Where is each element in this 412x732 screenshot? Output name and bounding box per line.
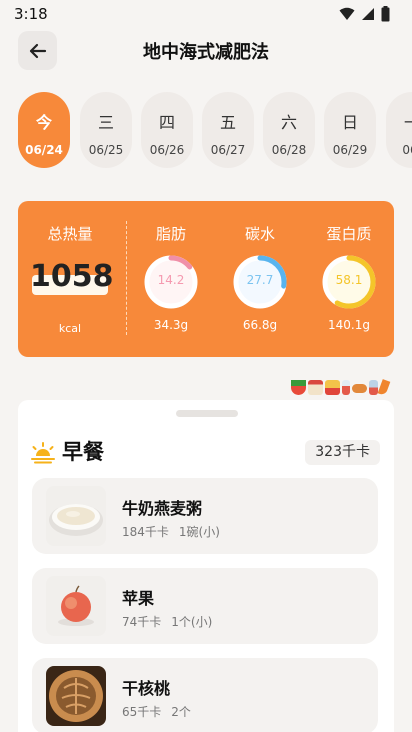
nutrient-label: 蛋白质 xyxy=(326,225,372,243)
drink-icon xyxy=(342,380,350,395)
header: 地中海式减肥法 xyxy=(0,28,412,74)
day-tab-weekday: 三 xyxy=(97,113,114,132)
day-tab[interactable]: 三 06/25 xyxy=(80,92,132,168)
day-tab-weekday: 五 xyxy=(219,113,236,132)
status-time: 3:18 xyxy=(14,5,48,23)
hotdog-icon xyxy=(352,384,367,393)
fat-progress-ring: 14.2 xyxy=(143,254,199,310)
food-meta: 74千卡 1个(小) xyxy=(122,613,212,630)
cake-icon xyxy=(308,380,323,395)
day-tab[interactable]: 一 06/ xyxy=(386,92,412,168)
food-quantity: 2个 xyxy=(171,705,191,719)
day-tab-date: 06/29 xyxy=(332,143,368,157)
carrot-icon xyxy=(377,379,391,396)
page-title: 地中海式减肥法 xyxy=(143,42,269,63)
meal-title: 早餐 xyxy=(62,440,104,464)
day-tab-date: 06/28 xyxy=(271,143,307,157)
wifi-icon xyxy=(339,7,355,20)
food-item[interactable]: 苹果 74千卡 1个(小) xyxy=(32,568,378,644)
day-tab-date: 06/ xyxy=(402,143,412,157)
status-icons xyxy=(339,6,390,22)
food-name: 干核桃 xyxy=(122,679,171,698)
food-calories: 184千卡 xyxy=(122,525,169,539)
food-calories: 65千卡 xyxy=(122,705,162,719)
walnut-image xyxy=(46,666,106,726)
day-tab-weekday: 六 xyxy=(280,113,297,132)
sun-icon xyxy=(30,442,56,464)
day-tab-weekday: 今 xyxy=(35,113,52,132)
nutrient-grams: 140.1g xyxy=(328,318,370,332)
total-calories-label: 总热量 xyxy=(47,225,93,243)
day-tab[interactable]: 六 06/28 xyxy=(263,92,315,168)
meal-sheet: 早餐 323千卡 牛奶燕麦粥 184千卡 1碗(小) 苹果 74千卡 1个(小)… xyxy=(18,400,394,732)
watermelon-icon xyxy=(291,380,306,395)
day-tab-weekday: 日 xyxy=(341,113,358,132)
food-quantity: 1个(小) xyxy=(171,615,213,629)
apple-image xyxy=(46,576,106,636)
nutrient-label: 脂肪 xyxy=(155,225,186,243)
food-name: 苹果 xyxy=(122,589,155,608)
nutrient-grams: 34.3g xyxy=(153,318,189,332)
status-bar: 3:18 xyxy=(0,0,412,28)
nutrient-protein: 蛋白质 58.1 140.1g xyxy=(314,223,384,332)
protein-progress-ring: 58.1 xyxy=(321,254,377,310)
oat-porridge-image xyxy=(46,486,106,546)
day-tab-date: 06/27 xyxy=(210,143,246,157)
nutrient-percent: 27.7 xyxy=(246,273,274,287)
day-tab-date: 06/24 xyxy=(25,143,63,157)
food-calories: 74千卡 xyxy=(122,615,162,629)
food-name: 牛奶燕麦粥 xyxy=(122,499,203,518)
day-tab[interactable]: 五 06/27 xyxy=(202,92,254,168)
nutrient-label: 碳水 xyxy=(244,225,275,243)
food-quantity: 1碗(小) xyxy=(178,525,220,539)
day-tab[interactable]: 日 06/29 xyxy=(324,92,376,168)
day-tab-weekday: 一 xyxy=(403,113,412,132)
nutrient-percent: 14.2 xyxy=(157,273,185,287)
food-meta: 65千卡 2个 xyxy=(122,703,191,720)
day-tab-date: 06/25 xyxy=(88,143,124,157)
day-tab-today[interactable]: 今 06/24 xyxy=(18,92,70,168)
meal-calories-badge: 323千卡 xyxy=(305,440,380,465)
nutrient-fat: 脂肪 14.2 34.3g xyxy=(136,223,206,332)
total-calories-unit: kcal xyxy=(58,322,82,335)
carbs-progress-ring: 27.7 xyxy=(232,254,288,310)
day-tab[interactable]: 四 06/26 xyxy=(141,92,193,168)
food-meta: 184千卡 1碗(小) xyxy=(122,523,220,540)
food-icons-row xyxy=(291,379,391,396)
nutrition-summary-card: 总热量 1058 kcal 脂肪 14.2 34.3g 碳水 27.7 66.8… xyxy=(18,201,394,357)
food-item[interactable]: 牛奶燕麦粥 184千卡 1碗(小) xyxy=(32,478,378,554)
total-calories-value: 1058 xyxy=(30,259,114,294)
signal-icon xyxy=(362,8,374,20)
nutrient-carbs: 碳水 27.7 66.8g xyxy=(225,223,295,332)
summary-divider xyxy=(126,221,127,335)
drag-handle[interactable] xyxy=(176,410,238,417)
nutrient-grams: 66.8g xyxy=(242,318,278,332)
nutrient-percent: 58.1 xyxy=(335,273,363,287)
day-tab-date: 06/26 xyxy=(149,143,185,157)
day-selector: 今 06/24 三 06/25 四 06/26 五 06/27 六 06/28 … xyxy=(0,92,412,170)
battery-icon xyxy=(381,6,390,22)
fries-icon xyxy=(325,380,340,395)
day-tab-weekday: 四 xyxy=(158,113,175,132)
food-item[interactable]: 干核桃 65千卡 2个 xyxy=(32,658,378,732)
